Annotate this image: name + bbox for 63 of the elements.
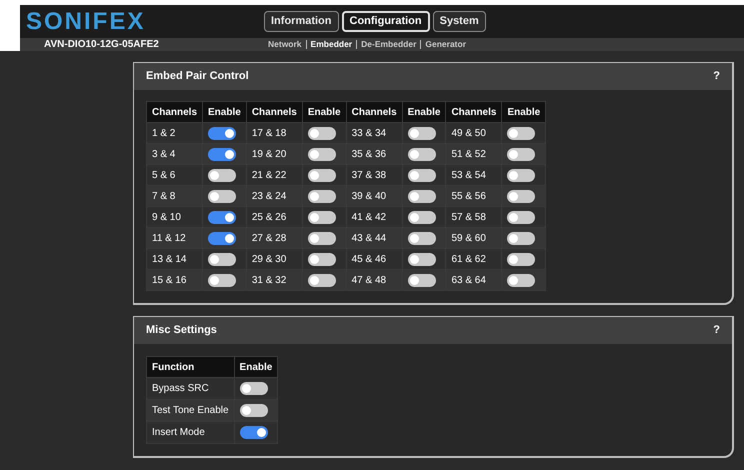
subnav-link[interactable]: Network (268, 38, 302, 51)
column-header: Channels (246, 102, 302, 122)
toggle-switch[interactable] (208, 148, 236, 160)
device-name: AVN-DIO10-12G-05AFE2 (44, 38, 160, 52)
toggle-switch[interactable] (208, 126, 236, 140)
toggle-switch[interactable] (408, 190, 436, 202)
logo: SONIFEX (26, 6, 146, 36)
column-header: Channels (146, 102, 203, 122)
toggle-switch[interactable] (408, 274, 436, 286)
column-header: Enable (502, 102, 546, 122)
function-cell: Insert Mode (146, 422, 234, 444)
nav-tab[interactable]: System (432, 11, 486, 32)
toggle-switch[interactable] (408, 232, 436, 244)
toggle-switch[interactable] (308, 232, 336, 244)
toggle-switch[interactable] (408, 148, 436, 160)
toggle-switch[interactable] (240, 404, 268, 417)
column-header: Channels (346, 102, 402, 122)
channel-cell: 15 & 16 (146, 270, 203, 290)
toggle-switch[interactable] (408, 126, 436, 140)
column-header: Enable (302, 102, 346, 122)
channel-cell: 63 & 64 (446, 270, 502, 290)
channel-cell: 31 & 32 (246, 270, 302, 290)
toggle-switch[interactable] (408, 168, 436, 182)
toggle-switch[interactable] (507, 168, 536, 182)
toggle-switch[interactable] (507, 232, 536, 244)
toggle-switch[interactable] (408, 252, 436, 266)
help-link[interactable]: ? (713, 322, 720, 339)
help-link[interactable]: ? (713, 68, 720, 85)
toggle-switch[interactable] (507, 274, 536, 286)
toggle-switch[interactable] (507, 148, 536, 160)
column-header: Enable (234, 356, 278, 378)
toggle-switch[interactable] (308, 210, 336, 224)
subnav-link[interactable]: Embedder (310, 38, 352, 51)
channel-cell: 47 & 48 (346, 270, 402, 290)
column-header: Function (146, 356, 234, 378)
toggle-switch[interactable] (308, 126, 336, 140)
toggle-switch[interactable] (308, 168, 336, 182)
panel-title: Embed Pair Control (146, 69, 249, 84)
column-header: Enable (402, 102, 446, 122)
toggle-switch[interactable] (308, 252, 336, 266)
toggle-switch[interactable] (308, 148, 336, 160)
nav-tab[interactable]: Configuration (342, 11, 430, 32)
toggle-switch[interactable] (208, 168, 236, 182)
toggle-switch[interactable] (507, 252, 536, 266)
toggle-switch[interactable] (240, 382, 268, 395)
toggle-switch[interactable] (208, 274, 236, 286)
toggle-switch[interactable] (208, 252, 236, 266)
toggle-switch[interactable] (208, 190, 236, 202)
toggle-switch[interactable] (507, 126, 536, 140)
toggle-switch[interactable] (240, 426, 268, 439)
subnav-link[interactable]: Generator (425, 38, 466, 51)
column-header: Channels (446, 102, 502, 122)
column-header: Enable (202, 102, 246, 122)
toggle-switch[interactable] (507, 210, 536, 224)
panel-title: Misc Settings (146, 323, 217, 338)
toggle-switch[interactable] (208, 210, 236, 224)
toggle-switch[interactable] (408, 210, 436, 224)
toggle-switch[interactable] (308, 274, 336, 286)
toggle-switch[interactable] (507, 190, 536, 202)
toggle-switch[interactable] (308, 190, 336, 202)
nav-tab[interactable]: Information (264, 11, 338, 32)
subnav-link[interactable]: De-Embedder (361, 38, 416, 51)
toggle-switch[interactable] (208, 232, 236, 244)
